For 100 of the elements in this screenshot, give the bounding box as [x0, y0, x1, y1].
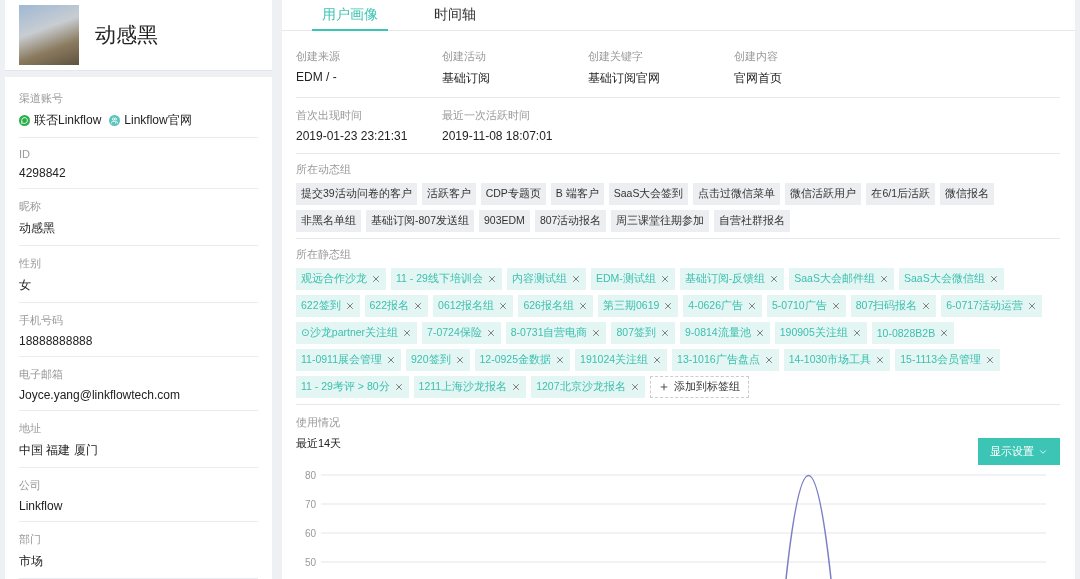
field-value: 基础订阅官网 — [588, 70, 661, 87]
field-label: ID — [19, 148, 31, 160]
close-icon[interactable] — [498, 301, 509, 311]
close-icon[interactable] — [660, 328, 670, 338]
close-icon[interactable] — [511, 382, 522, 392]
close-icon[interactable] — [577, 301, 588, 311]
close-icon[interactable] — [570, 274, 581, 284]
close-icon[interactable] — [747, 301, 757, 311]
y-axis-label: 60 — [304, 528, 316, 539]
field-label: 创建来源 — [296, 49, 341, 64]
close-icon[interactable] — [629, 382, 640, 392]
close-icon[interactable] — [763, 355, 774, 365]
field-value: 2019-11-08 18:07:01 — [442, 129, 554, 143]
field-label: 首次出现时间 — [296, 108, 363, 123]
field-label: 手机号码 — [19, 313, 64, 328]
close-icon[interactable] — [939, 328, 950, 338]
close-icon[interactable] — [1026, 301, 1037, 311]
section-title: 所在静态组 — [296, 247, 352, 262]
close-icon[interactable] — [988, 274, 999, 284]
close-icon[interactable] — [591, 328, 602, 338]
close-icon[interactable] — [393, 382, 404, 392]
group-tag: 13-1016广告盘点 — [672, 349, 779, 371]
close-icon[interactable] — [555, 355, 566, 365]
close-icon[interactable] — [371, 274, 381, 284]
field-label: 创建活动 — [442, 49, 487, 64]
group-tag: 12-0925金数据 — [474, 349, 571, 371]
close-icon[interactable] — [663, 301, 674, 311]
group-tag: SaaS大会签到 — [608, 183, 689, 205]
close-icon[interactable] — [485, 328, 496, 338]
y-axis-label: 50 — [304, 557, 316, 568]
group-tag: 6-0717活动运营 — [941, 295, 1042, 317]
profile-name: 动感黑 — [95, 22, 158, 48]
channel-name: 联否Linkflow — [34, 112, 102, 129]
close-icon[interactable] — [454, 355, 465, 365]
group-tag: 5-0710广告 — [767, 295, 846, 317]
group-tag: 自营社群报名 — [714, 210, 791, 232]
field-label: 昵称 — [19, 199, 42, 214]
field-value: 中国 福建 厦门 — [19, 442, 99, 459]
group-tag: 807签到 — [611, 322, 675, 344]
field-value: 4298842 — [19, 166, 67, 180]
field-label: 创建关键字 — [588, 49, 644, 64]
close-icon[interactable] — [486, 274, 497, 284]
field-value: 基础订阅 — [442, 70, 491, 87]
close-icon[interactable] — [875, 355, 886, 365]
field-value: Linkflow — [19, 499, 64, 513]
close-icon[interactable] — [830, 301, 841, 311]
group-tag: SaaS大会邮件组 — [789, 268, 894, 290]
close-icon[interactable] — [344, 301, 355, 311]
close-icon[interactable] — [754, 328, 765, 338]
close-icon[interactable] — [413, 301, 424, 311]
field-label: 部门 — [19, 532, 42, 547]
group-tag: 15-1113会员管理 — [895, 349, 1001, 371]
group-tag: 1211上海沙龙报名 — [413, 376, 527, 398]
close-icon[interactable] — [985, 355, 996, 365]
field-value: EDM / - — [296, 70, 338, 84]
close-icon[interactable] — [402, 328, 413, 338]
close-icon[interactable] — [386, 355, 396, 365]
close-icon[interactable] — [652, 355, 663, 365]
plus-icon — [658, 382, 669, 392]
group-tag: 提交39活动问卷的客户 — [296, 183, 417, 205]
group-tag: 14-1030市场工具 — [783, 349, 891, 371]
group-tag: 626报名组 — [518, 295, 593, 317]
group-tag: 11 - 29考评 > 80分 — [296, 376, 409, 398]
channel-name: Linkflow官网 — [124, 112, 192, 129]
period-label: 最近14天 — [296, 436, 342, 451]
field-label: 渠道账号 — [19, 91, 64, 106]
group-tag: CDP专题页 — [480, 183, 546, 205]
field-label: 创建内容 — [734, 49, 779, 64]
group-tag: 0612报名组 — [433, 295, 514, 317]
group-tag: 1207北京沙龙报名 — [531, 376, 645, 398]
group-tag: SaaS大会微信组 — [898, 268, 1004, 290]
field-value: Joyce.yang@linkflowtech.com — [19, 388, 181, 402]
add-group-button[interactable]: 添加到标签组 — [649, 376, 749, 398]
field-value: 动感黑 — [19, 220, 56, 237]
close-icon[interactable] — [878, 274, 889, 284]
close-icon[interactable] — [769, 274, 780, 284]
field-value: 市场 — [19, 553, 44, 570]
section-title: 使用情况 — [296, 415, 341, 430]
group-tag: 点击过微信菜单 — [693, 183, 781, 205]
field-label: 性别 — [19, 256, 42, 271]
group-tag: ⊙沙龙partner关注组 — [296, 322, 418, 344]
field-value: 女 — [19, 277, 32, 294]
field-label: 最近一次活跃时间 — [442, 108, 531, 123]
group-tag: 7-0724保险 — [422, 322, 501, 344]
photo-placeholder — [19, 5, 79, 65]
group-tag: 基础订阅-反馈组 — [679, 268, 785, 290]
field-value: 2019-01-23 23:21:31 — [296, 129, 409, 143]
close-icon[interactable] — [659, 274, 670, 284]
field-label: 公司 — [19, 478, 42, 493]
field-label: 地址 — [19, 421, 42, 436]
group-tag: 8-0731自营电商 — [505, 322, 607, 344]
group-tag: 11 - 29线下培训会 — [391, 268, 502, 290]
tab[interactable]: 时间轴 — [424, 0, 486, 31]
close-icon[interactable] — [921, 301, 932, 311]
group-tag: 9-0814流量池 — [680, 322, 770, 344]
group-tag: 观远合作沙龙 — [296, 268, 386, 290]
close-icon[interactable] — [851, 328, 862, 338]
group-tag: 807活动报名 — [534, 210, 607, 232]
group-tag: 903EDM — [479, 210, 530, 232]
field-value: 18888888888 — [19, 334, 94, 348]
